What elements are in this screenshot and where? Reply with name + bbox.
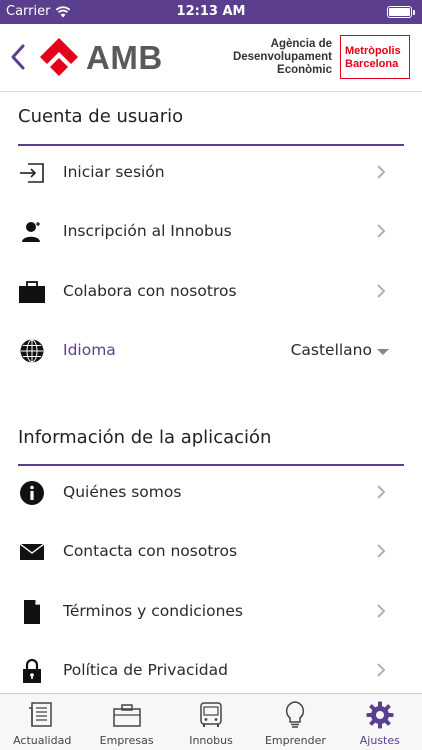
tab-innobus[interactable]: Innobus (169, 694, 253, 750)
row-label: Política de Privacidad (63, 661, 228, 679)
tab-actualidad[interactable]: Actualidad (0, 694, 84, 750)
row-language[interactable]: Idioma Castellano (0, 321, 422, 380)
row-label: Quiénes somos (63, 483, 182, 501)
login-icon (18, 160, 46, 186)
amb-logo-icon (40, 38, 78, 76)
tab-label: Emprender (264, 734, 326, 747)
gear-icon (366, 701, 394, 729)
tab-ajustes[interactable]: Ajustes (338, 694, 422, 750)
lightbulb-icon (286, 701, 305, 728)
bus-icon (200, 702, 222, 727)
row-label: Iniciar sesión (63, 163, 165, 181)
row-privacy[interactable]: Política de Privacidad (0, 641, 422, 693)
row-about-us[interactable]: Quiénes somos (0, 463, 422, 522)
newspaper-icon (29, 702, 52, 727)
language-select[interactable]: Castellano (291, 341, 372, 359)
section-title-app-info: Información de la aplicación (18, 427, 272, 448)
chevron-right-icon (377, 165, 386, 179)
info-icon (18, 480, 46, 506)
lock-icon (18, 658, 46, 684)
row-label: Contacta con nosotros (63, 542, 238, 560)
row-label: Inscripción al Innobus (63, 222, 232, 240)
row-contact[interactable]: Contacta con nosotros (0, 522, 422, 581)
tab-emprender[interactable]: Emprender (253, 694, 337, 750)
tab-label: Ajustes (359, 734, 400, 747)
agency-name: Agència de Desenvolupament Econòmic (232, 38, 332, 76)
tab-empresas[interactable]: Empresas (84, 694, 168, 750)
amb-brand-text: AMB (86, 39, 163, 76)
app-header: AMB Agència de Desenvolupament Econòmic … (0, 24, 422, 92)
envelope-icon (18, 539, 46, 565)
tab-label: Empresas (99, 734, 154, 747)
chevron-right-icon (377, 224, 386, 238)
chevron-right-icon (377, 284, 386, 298)
section-title-account: Cuenta de usuario (18, 106, 184, 127)
globe-icon (18, 338, 46, 364)
briefcase-icon (18, 279, 46, 305)
person-icon (18, 219, 46, 245)
settings-list: Cuenta de usuario Iniciar sesión Inscrip… (0, 92, 422, 693)
document-icon (18, 599, 46, 625)
row-terms[interactable]: Términos y condiciones (0, 582, 422, 641)
chevron-right-icon (377, 485, 386, 499)
dropdown-caret-icon (377, 349, 389, 355)
metropolis-barcelona-logo: Metròpolis Barcelona (340, 35, 410, 79)
bottom-tab-bar: Actualidad Empresas Innobus Emprender Aj… (0, 693, 422, 750)
row-label: Colabora con nosotros (63, 282, 237, 300)
tab-label: Innobus (189, 734, 233, 747)
back-arrow-icon[interactable] (8, 42, 28, 72)
briefcase-icon (112, 704, 141, 727)
row-login[interactable]: Iniciar sesión (0, 143, 422, 202)
chevron-right-icon (377, 604, 386, 618)
tab-label: Actualidad (13, 734, 72, 747)
clock: 12:13 AM (176, 4, 246, 19)
row-collaborate[interactable]: Colabora con nosotros (0, 262, 422, 321)
row-label: Términos y condiciones (63, 602, 244, 620)
row-label: Idioma (63, 341, 116, 359)
battery-icon (387, 6, 415, 18)
row-innobus-signup[interactable]: Inscripción al Innobus (0, 202, 422, 261)
status-bar: Carrier 12:13 AM (0, 0, 422, 24)
chevron-right-icon (377, 544, 386, 558)
chevron-right-icon (377, 663, 386, 677)
